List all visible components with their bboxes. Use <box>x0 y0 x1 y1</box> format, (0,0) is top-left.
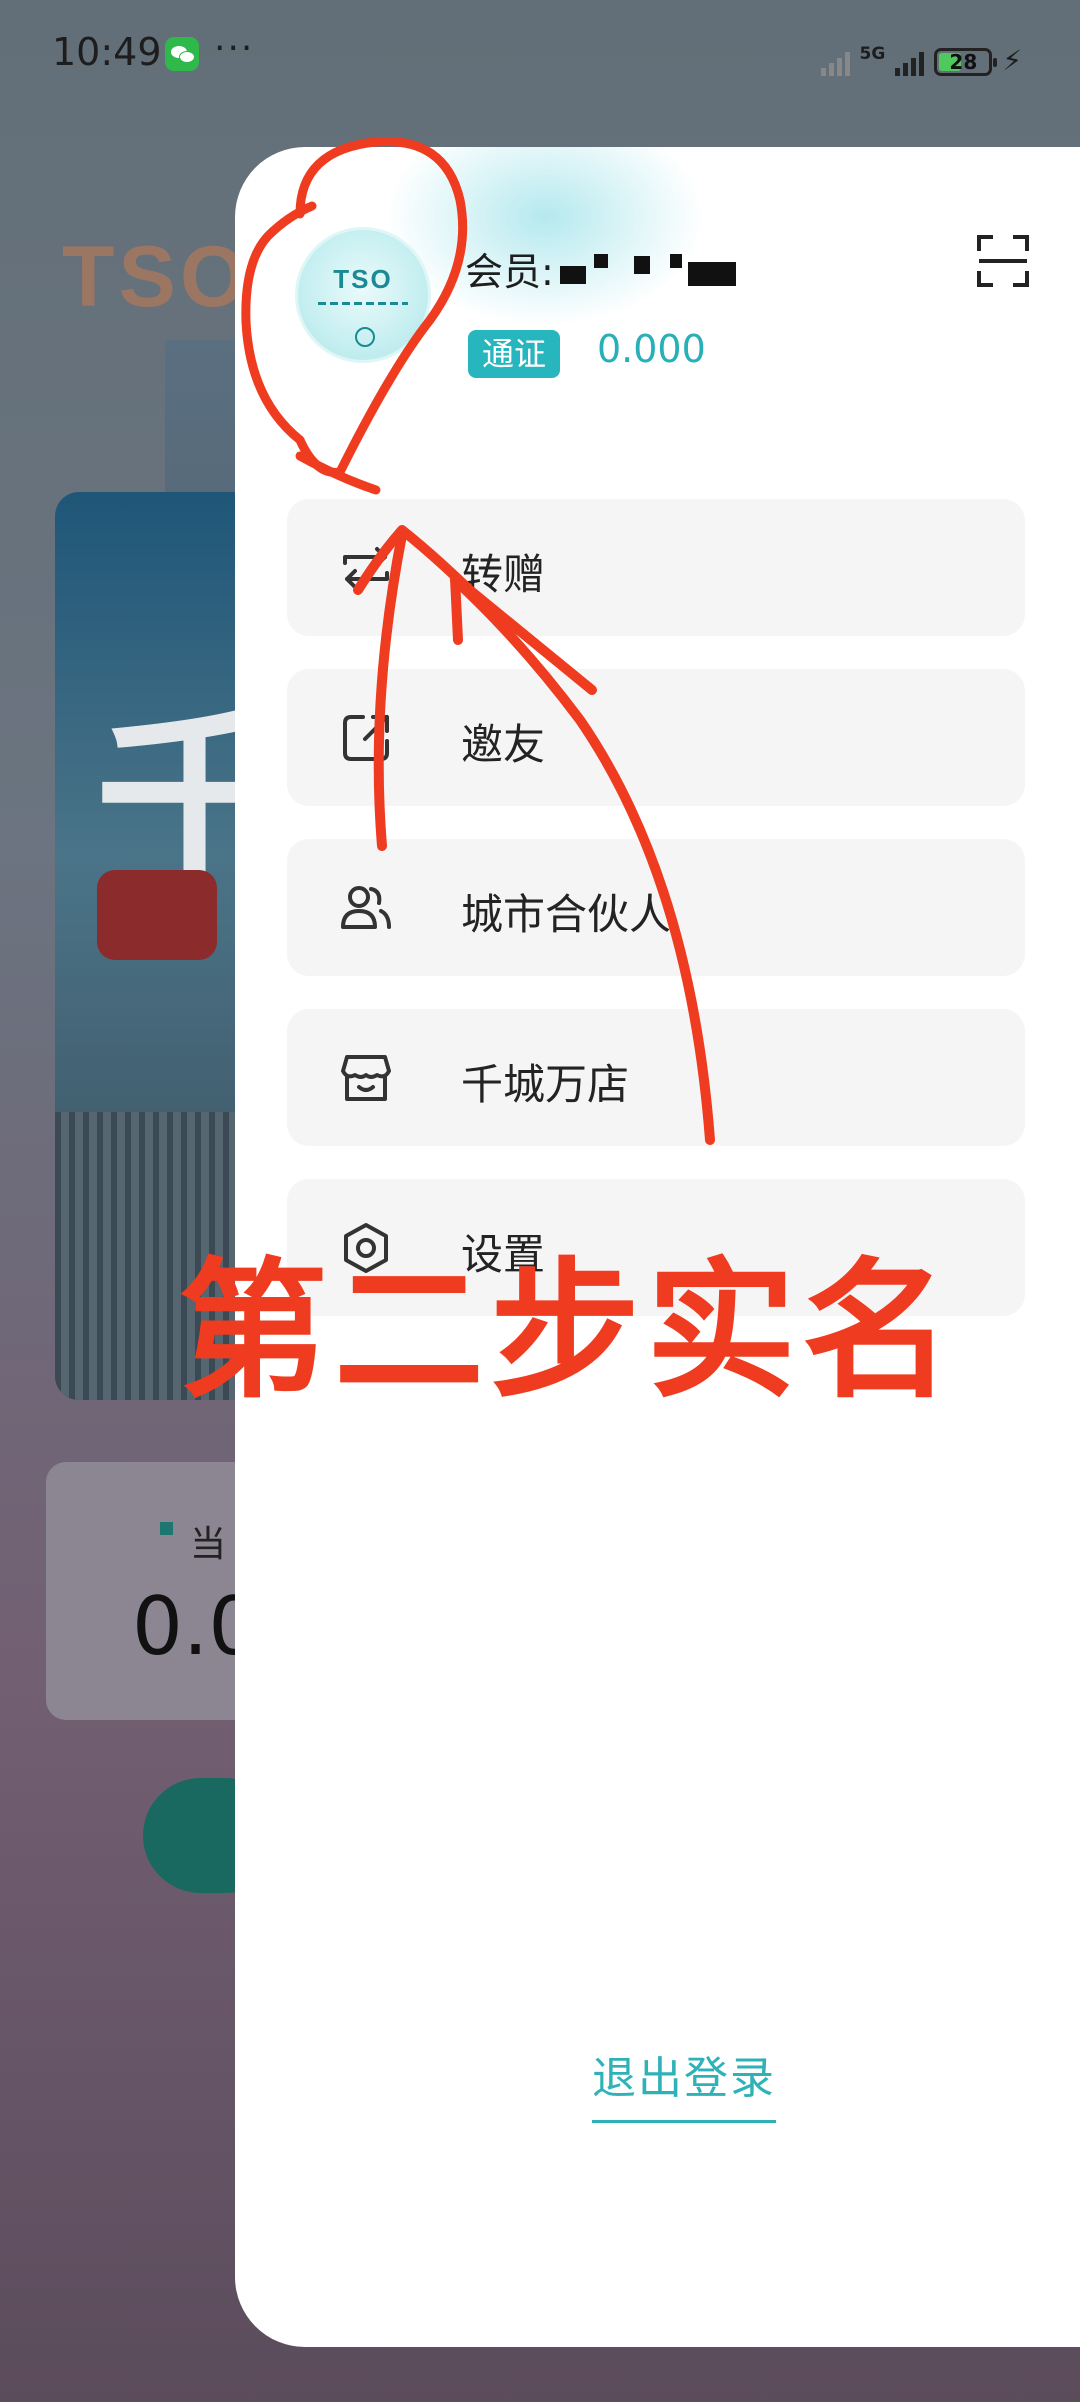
avatar-badge-icon <box>355 327 375 347</box>
menu-label: 城市合伙人 <box>461 890 672 939</box>
card-label-text: 当 <box>190 1524 227 1565</box>
token-balance: 0.000 <box>597 327 706 371</box>
avatar-logo: TSO <box>333 264 393 294</box>
background-logo: TSO <box>62 229 251 325</box>
signal-icon <box>895 46 925 76</box>
card-label: 当 <box>160 1515 226 1567</box>
annotation-text: 第二步实名 <box>178 1245 959 1419</box>
store-icon <box>341 1055 391 1101</box>
users-icon <box>341 886 391 929</box>
menu-item-city-partner[interactable]: 城市合伙人 <box>287 839 1025 976</box>
menu-item-invite[interactable]: 邀友 <box>287 669 1025 806</box>
avatar[interactable]: TSO <box>295 227 431 363</box>
status-right: 5G 28 ⚡ <box>820 36 1022 77</box>
charging-icon: ⚡ <box>1002 44 1022 77</box>
masked-member-id <box>559 252 736 286</box>
avatar-logo-line <box>318 302 408 305</box>
more-notifications: ··· <box>214 28 255 69</box>
battery-level: 28 <box>949 50 978 74</box>
network-type: 5G <box>859 44 886 64</box>
robot-mascot <box>97 870 217 960</box>
menu-label: 转赠 <box>461 550 546 599</box>
menu-item-transfer[interactable]: 转赠 <box>287 499 1025 636</box>
scan-icon[interactable] <box>975 233 1031 289</box>
battery-icon: 28 <box>934 48 998 76</box>
menu-label: 邀友 <box>461 720 546 769</box>
member-label: 会员: <box>465 250 554 294</box>
share-icon <box>343 715 389 761</box>
status-bar: 10:49 ··· 5G 28 ⚡ <box>0 0 1080 110</box>
signal-icon <box>820 46 850 76</box>
status-time: 10:49 <box>52 30 162 74</box>
menu-label: 千城万店 <box>461 1060 630 1109</box>
menu-item-stores[interactable]: 千城万店 <box>287 1009 1025 1146</box>
logout-button[interactable]: 退出登录 <box>592 2042 776 2123</box>
token-tag: 通证 <box>468 330 561 378</box>
wechat-icon <box>165 37 199 71</box>
transfer-icon <box>343 547 389 589</box>
header-glow <box>385 147 705 327</box>
member-name: 会员: <box>465 241 736 296</box>
